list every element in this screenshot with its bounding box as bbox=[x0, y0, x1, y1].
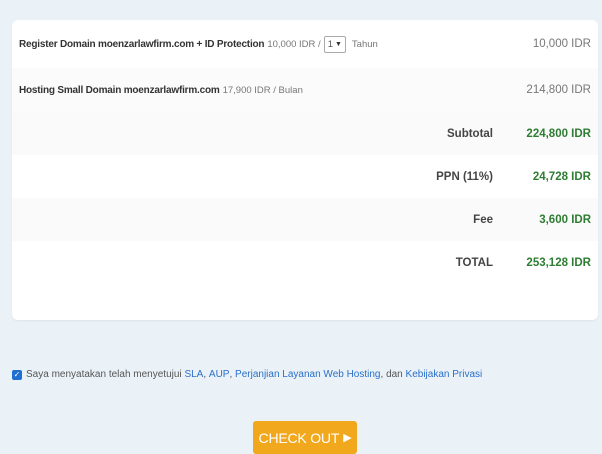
checkout-label: CHECK OUT bbox=[258, 429, 340, 446]
aup-link[interactable]: AUP bbox=[209, 369, 230, 380]
summary-label: TOTAL bbox=[455, 256, 493, 269]
terms-checkbox[interactable]: ✓ bbox=[12, 369, 22, 380]
period-label: Tahun bbox=[351, 38, 378, 50]
order-summary-card: Register Domain moenzarlawfirm.com + ID … bbox=[12, 20, 598, 320]
summary-value: 224,800 IDR bbox=[526, 127, 591, 140]
agreement-text: Saya menyatakan telah menyetujui bbox=[26, 369, 182, 380]
summary-label: PPN (11%) bbox=[436, 170, 493, 183]
cart-item-description: Hosting Small Domain moenzarlawfirm.com … bbox=[19, 85, 303, 96]
summary-value: 253,128 IDR bbox=[526, 256, 591, 269]
summary-row-ppn: PPN (11%) 24,728 IDR bbox=[12, 155, 598, 199]
summary-value: 24,728 IDR bbox=[532, 170, 591, 183]
privacy-policy-link[interactable]: Kebijakan Privasi bbox=[406, 369, 483, 380]
cart-item-hosting: Hosting Small Domain moenzarlawfirm.com … bbox=[12, 68, 598, 113]
cart-item-total: 10,000 IDR bbox=[532, 38, 591, 50]
separator-comma: , bbox=[380, 369, 384, 380]
cart-item-name: Register Domain moenzarlawfirm.com + ID … bbox=[19, 38, 265, 50]
cart-item-unit-price: 17,900 IDR / Bulan bbox=[222, 84, 303, 96]
sla-link[interactable]: SLA bbox=[184, 369, 203, 380]
separator-comma: , bbox=[229, 369, 233, 380]
chevron-down-icon: ▼ bbox=[334, 40, 342, 48]
separator-comma: , bbox=[203, 369, 207, 380]
cart-item-description: Register Domain moenzarlawfirm.com + ID … bbox=[19, 35, 378, 53]
triangle-right-icon: ▶ bbox=[343, 432, 352, 444]
cart-item-total: 214,800 IDR bbox=[526, 84, 591, 96]
summary-value: 3,600 IDR bbox=[539, 213, 591, 226]
quantity-select[interactable]: 1 ▼ bbox=[323, 35, 346, 53]
hosting-agreement-link[interactable]: Perjanjian Layanan Web Hosting bbox=[235, 369, 380, 380]
cart-item-unit-price: 10,000 IDR / bbox=[267, 38, 321, 50]
summary-label: Fee bbox=[473, 213, 493, 226]
summary-row-fee: Fee 3,600 IDR bbox=[12, 198, 598, 242]
cart-item-name: Hosting Small Domain moenzarlawfirm.com bbox=[19, 84, 220, 96]
quantity-value: 1 bbox=[327, 38, 333, 50]
cart-item-domain: Register Domain moenzarlawfirm.com + ID … bbox=[12, 20, 598, 69]
checkout-button[interactable]: CHECK OUT ▶ bbox=[253, 421, 357, 454]
conjunction: dan bbox=[386, 369, 403, 380]
terms-agreement: ✓ Saya menyatakan telah menyetujui SLA, … bbox=[12, 369, 482, 380]
summary-row-subtotal: Subtotal 224,800 IDR bbox=[12, 112, 598, 156]
summary-row-total: TOTAL 253,128 IDR bbox=[12, 241, 598, 284]
summary-label: Subtotal bbox=[447, 127, 493, 140]
